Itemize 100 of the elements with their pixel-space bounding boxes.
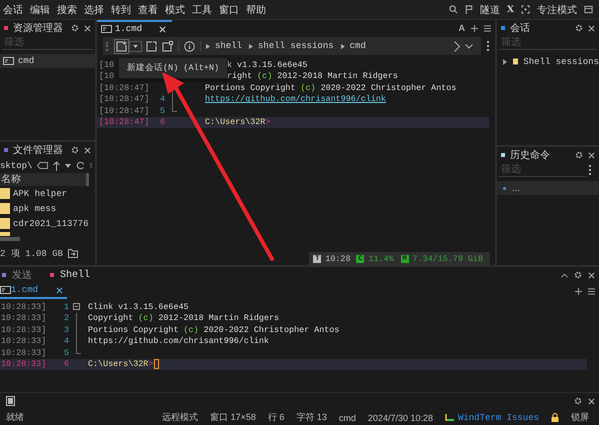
focus-icon — [521, 5, 530, 14]
close-icon[interactable] — [588, 152, 595, 158]
settings-icon[interactable] — [575, 24, 583, 32]
history-item[interactable]: ... — [497, 181, 599, 195]
menu-item[interactable]: 选择 — [84, 2, 104, 16]
file-name[interactable]: cdr2021_113776 — [13, 218, 89, 228]
more-icon[interactable] — [487, 41, 491, 51]
line-number: 6 — [64, 359, 69, 370]
breadcrumb-item[interactable]: shell sessions — [258, 41, 334, 51]
filter-field[interactable]: 筛选 — [2, 36, 93, 50]
fold-icon[interactable] — [73, 303, 80, 310]
status-text: 字符 13 — [296, 411, 327, 424]
scrollbar[interactable] — [0, 237, 20, 241]
line-number: 5 — [64, 348, 69, 358]
file-name[interactable]: APK helper — [13, 188, 68, 198]
terminal-line: Copyright (c) 2012-2018 Martin Ridgers — [88, 313, 279, 324]
line-number: 3 — [64, 324, 69, 335]
menu-item[interactable]: 转到 — [111, 2, 131, 16]
settings-icon[interactable] — [71, 146, 79, 154]
new-session-icon[interactable] — [116, 40, 127, 52]
menu-item[interactable]: 搜索 — [57, 2, 77, 16]
issues-link[interactable]: WindTerm Issues — [458, 412, 539, 422]
lock-screen-button[interactable]: 锁屏 — [571, 411, 589, 424]
settings-icon[interactable] — [574, 397, 582, 405]
terminal-line: Portions Copyright (c) 2020-2022 Christopher Antos — [205, 82, 456, 93]
menu-item[interactable]: 编辑 — [30, 2, 50, 16]
panel-icon[interactable] — [6, 396, 15, 406]
folder-arrow-icon[interactable] — [68, 248, 78, 258]
status-text: 行 6 — [268, 411, 284, 424]
status-text: 2024/7/30 10:28 — [368, 412, 433, 422]
plus-icon[interactable] — [471, 24, 478, 32]
timestamp: 10:28:33] — [0, 359, 48, 370]
chevron-up-icon[interactable] — [561, 272, 568, 278]
close-icon[interactable] — [588, 398, 595, 404]
focus-mode-button[interactable]: 专注模式 — [537, 2, 577, 16]
x-button[interactable]: X — [507, 4, 514, 14]
caret-right-icon[interactable] — [503, 58, 508, 64]
filter-field[interactable]: 筛选 — [499, 36, 597, 50]
menu-item[interactable]: 工具 — [192, 2, 212, 16]
dropdown-icon[interactable] — [65, 164, 72, 168]
triangle-icon — [249, 44, 254, 48]
column-header[interactable]: 名称 — [0, 173, 89, 186]
close-icon[interactable] — [159, 26, 166, 32]
settings-icon[interactable] — [574, 271, 582, 279]
status-text: cmd — [338, 412, 356, 422]
up-arrow-icon[interactable] — [53, 160, 60, 170]
more-icon[interactable] — [589, 165, 593, 175]
filter-field[interactable]: 筛选 — [499, 163, 587, 177]
timestamp: 10:28:33] — [0, 324, 48, 335]
session-tab[interactable]: 1.cmd — [0, 283, 68, 299]
chevron-down-icon[interactable] — [465, 44, 473, 48]
plus-icon[interactable] — [575, 288, 582, 294]
menu-icon[interactable] — [588, 288, 595, 294]
line-number: 1 — [64, 302, 69, 312]
triangle-icon — [206, 44, 210, 48]
menu-item[interactable]: 会话 — [3, 2, 23, 16]
meter-value: 11.4% — [368, 254, 394, 264]
window-icon[interactable] — [162, 40, 173, 52]
info-icon[interactable] — [184, 40, 195, 52]
menu-item[interactable]: 帮助 — [246, 2, 266, 16]
menu-item[interactable]: 查看 — [138, 2, 158, 16]
menu-icon[interactable] — [484, 24, 491, 32]
path-field[interactable]: sktop\ — [0, 160, 32, 170]
line-number: 6 — [160, 117, 165, 128]
panel-tab[interactable]: Shell — [48, 267, 100, 283]
window-icon[interactable] — [584, 5, 593, 14]
tree-item[interactable]: Shell sessions — [523, 56, 599, 66]
close-icon[interactable] — [588, 272, 595, 278]
status-text: 远程模式 — [162, 411, 198, 424]
breadcrumb-item[interactable]: cmd — [350, 41, 366, 51]
terminal-line: Portions Copyright (c) 2020-2022 Christopher Antos — [88, 324, 340, 335]
panel-tab[interactable]: 发送 — [0, 267, 42, 283]
folder-icon — [0, 232, 10, 236]
status-text: 就绪 — [6, 411, 24, 424]
font-button[interactable]: A — [458, 23, 465, 33]
settings-icon[interactable] — [575, 151, 583, 159]
chevron-right-icon[interactable] — [454, 40, 460, 52]
breadcrumb-item[interactable]: shell — [215, 41, 242, 51]
duplicate-icon[interactable] — [146, 40, 157, 52]
close-icon[interactable] — [56, 286, 64, 294]
terminal-line: C:\Users\32R> — [205, 117, 270, 128]
close-icon[interactable] — [84, 24, 91, 32]
panel-title: 资源管理器 — [13, 22, 64, 35]
lock-icon[interactable] — [551, 413, 559, 422]
tunnel-button[interactable]: 隧道 — [480, 2, 500, 16]
search-icon[interactable] — [449, 5, 458, 14]
session-item[interactable]: cmd — [0, 54, 95, 68]
menu-item[interactable]: 窗口 — [219, 2, 239, 16]
refresh-icon[interactable] — [76, 161, 86, 170]
folder-icon — [0, 188, 10, 199]
panel-title: 文件管理器 — [13, 144, 64, 157]
settings-icon[interactable] — [71, 24, 79, 32]
folder-icon — [513, 56, 518, 67]
close-icon[interactable] — [84, 146, 91, 154]
line-number: 2 — [64, 313, 69, 324]
close-icon[interactable] — [588, 24, 595, 32]
terminal-link[interactable]: https://github.com/chrisant996/clink — [205, 94, 386, 104]
menu-item[interactable]: 模式 — [165, 2, 185, 16]
file-name[interactable]: apk mess — [13, 204, 56, 214]
backspace-icon[interactable] — [37, 162, 48, 169]
